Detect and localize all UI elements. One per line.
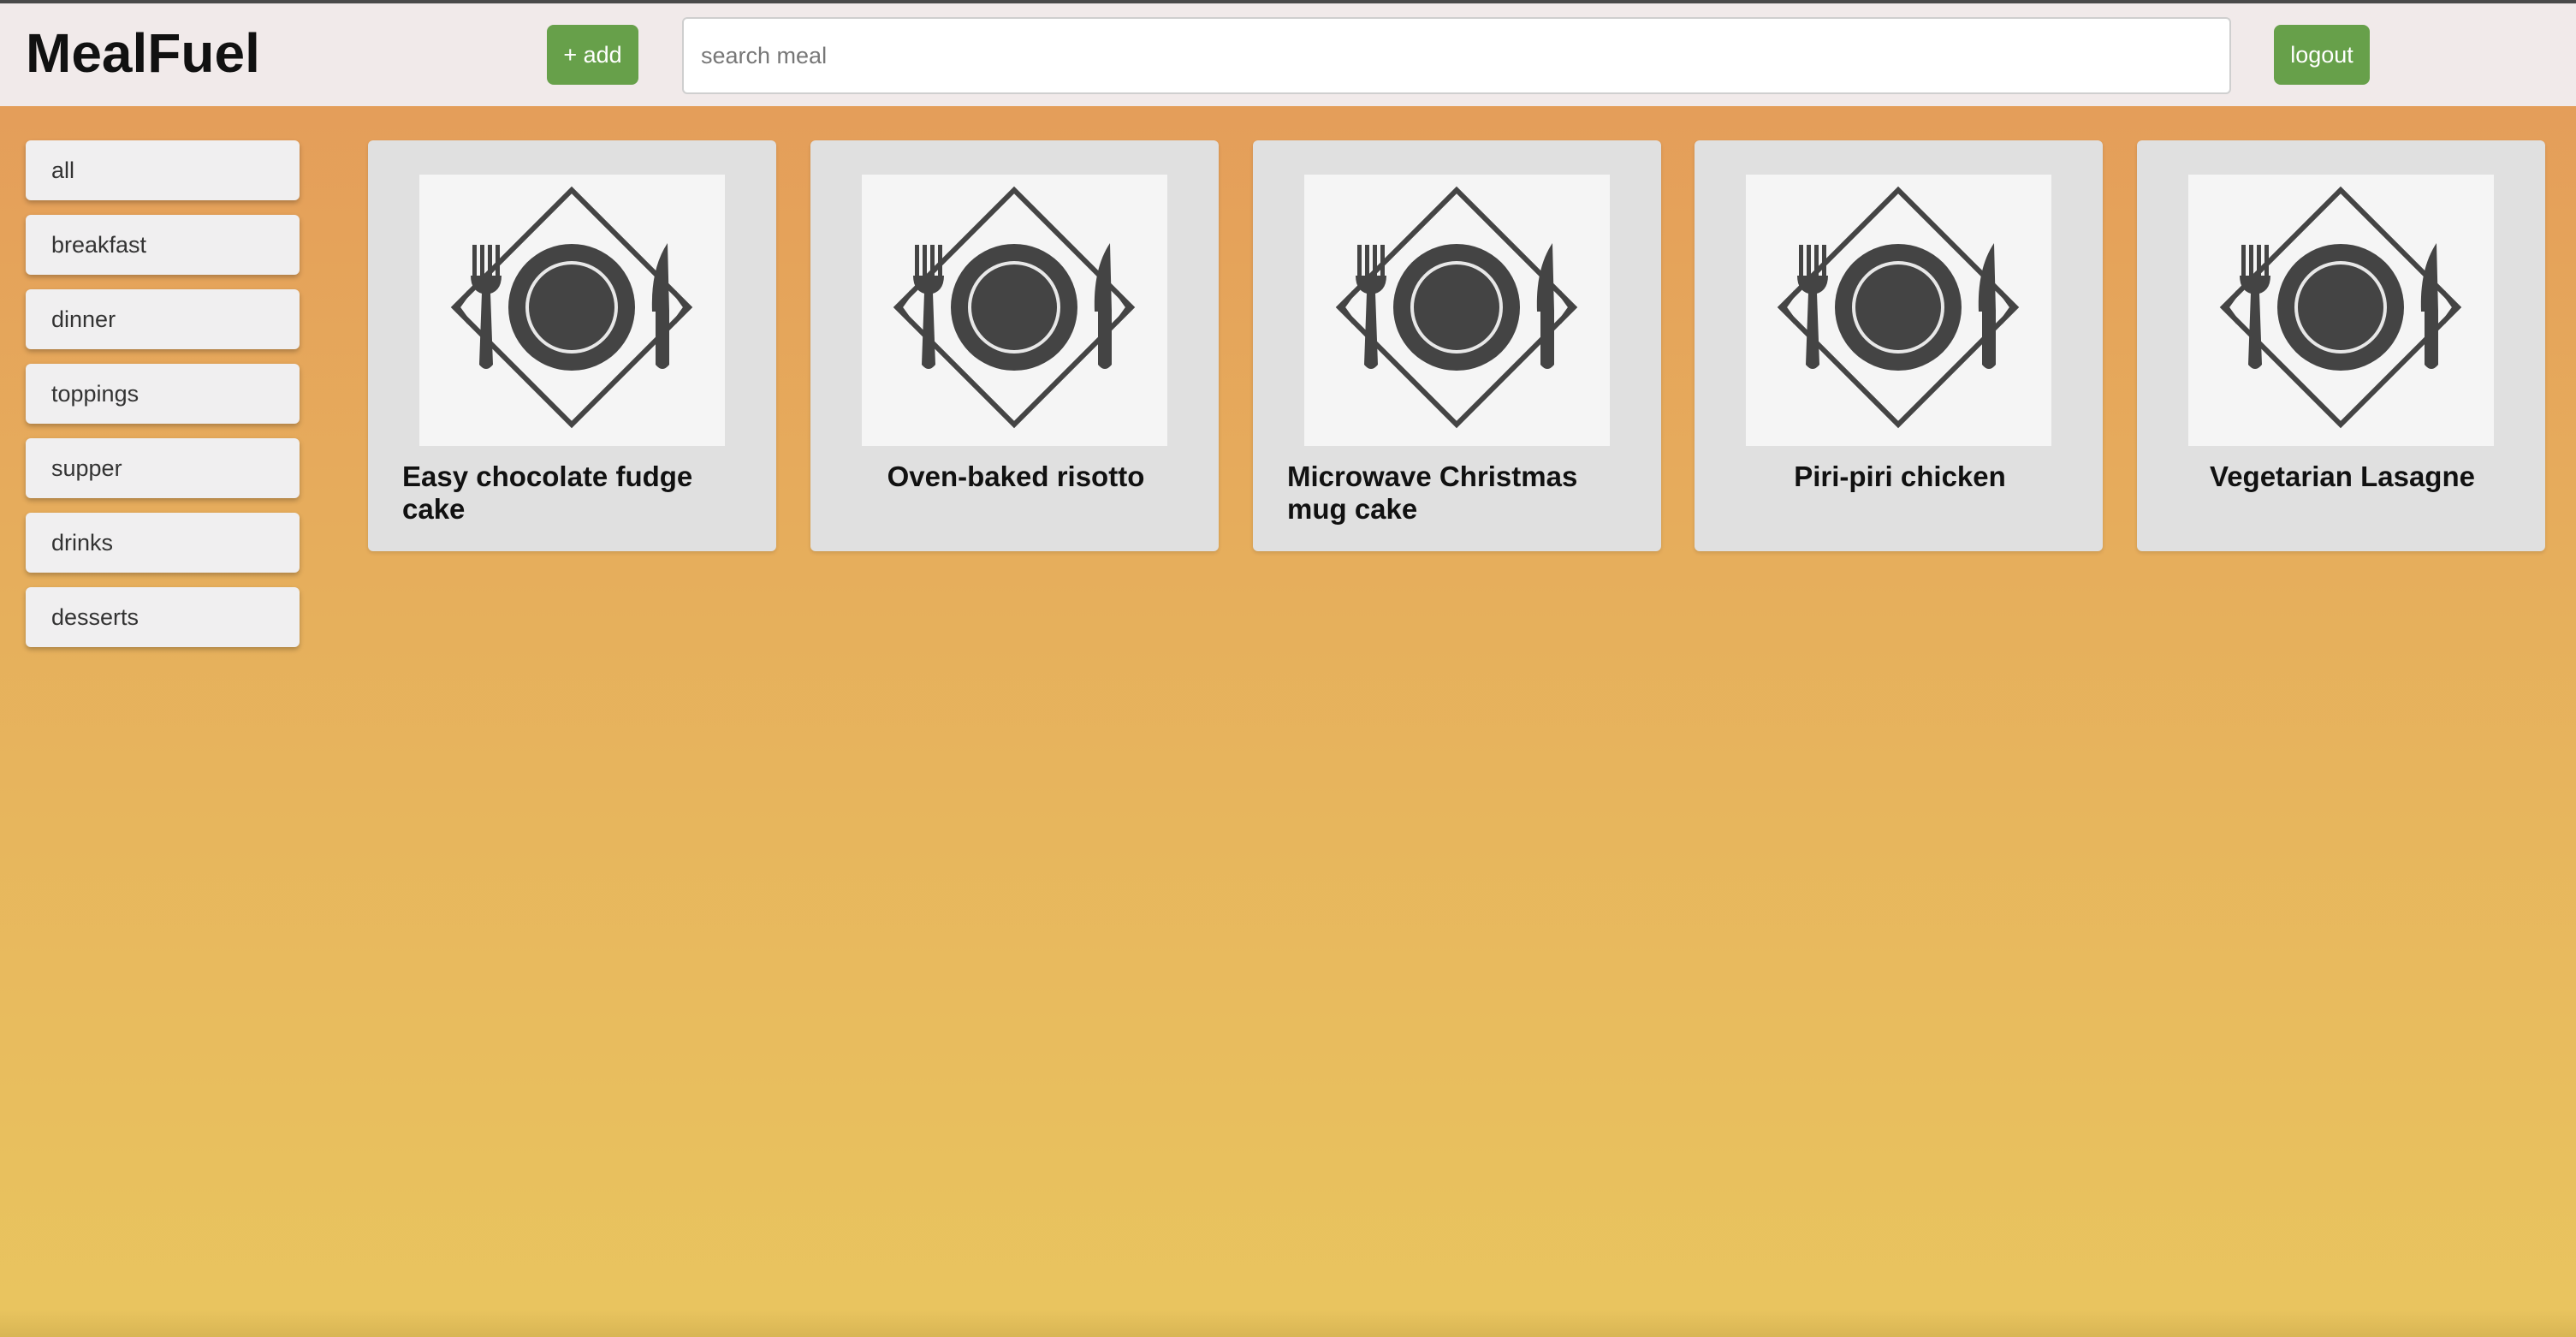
- meal-card[interactable]: Piri-piri chicken: [1695, 140, 2103, 551]
- bottom-shadow: [0, 1310, 2576, 1337]
- logout-button[interactable]: logout: [2274, 25, 2370, 85]
- category-breakfast[interactable]: breakfast: [26, 215, 300, 275]
- category-toppings[interactable]: toppings: [26, 364, 300, 424]
- meal-card[interactable]: Oven-baked risotto: [810, 140, 1219, 551]
- search-input[interactable]: [682, 17, 2231, 94]
- plate-cutlery-icon: [862, 175, 1167, 446]
- meal-title: Piri-piri chicken: [1794, 461, 2006, 492]
- app-logo: MealFuel: [26, 22, 260, 84]
- app-header: MealFuel + add logout: [0, 3, 2576, 106]
- meal-title: Vegetarian Lasagne: [2210, 461, 2475, 492]
- meal-card[interactable]: Vegetarian Lasagne: [2137, 140, 2545, 551]
- plate-cutlery-icon: [1746, 175, 2051, 446]
- plate-cutlery-icon: [419, 175, 725, 446]
- category-desserts[interactable]: desserts: [26, 587, 300, 647]
- category-supper[interactable]: supper: [26, 438, 300, 498]
- meal-card[interactable]: Microwave Christmas mug cake: [1253, 140, 1661, 551]
- category-dinner[interactable]: dinner: [26, 289, 300, 349]
- add-meal-button[interactable]: + add: [547, 25, 638, 85]
- meal-title: Oven-baked risotto: [887, 461, 1145, 492]
- category-sidebar: all breakfast dinner toppings supper dri…: [26, 140, 300, 662]
- plate-cutlery-icon: [2188, 175, 2494, 446]
- meal-title: Microwave Christmas mug cake: [1287, 461, 1578, 525]
- category-drinks[interactable]: drinks: [26, 513, 300, 573]
- meal-title: Easy chocolate fudge cake: [402, 461, 693, 525]
- category-all[interactable]: all: [26, 140, 300, 200]
- plate-cutlery-icon: [1304, 175, 1610, 446]
- meal-grid: Easy chocolate fudge cake Oven-baked ris…: [368, 140, 2545, 551]
- meal-card[interactable]: Easy chocolate fudge cake: [368, 140, 776, 551]
